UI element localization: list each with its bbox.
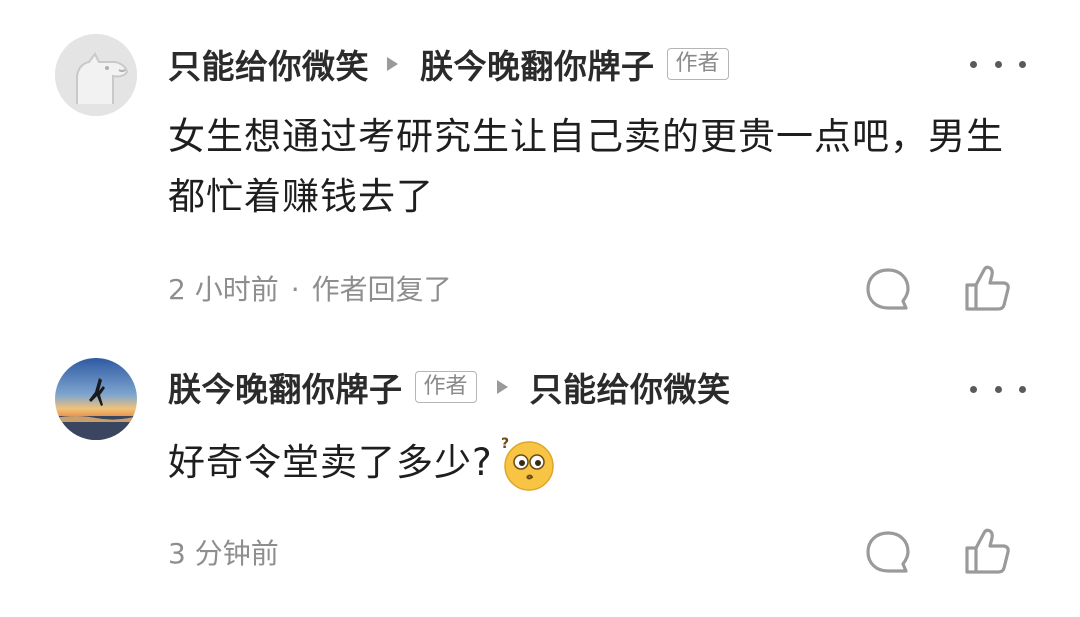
comment-item: 只能给你微笑 朕今晚翻你牌子 作者 女生想通过考研究生让自己卖的更贵一点吧，男生… [0, 0, 1080, 335]
comment-bubble-icon [866, 268, 910, 310]
thumbs-up-icon [965, 528, 1010, 574]
comment-bubble-icon [866, 531, 910, 573]
comment-time: 2 小时前 [168, 273, 279, 306]
avatar[interactable] [55, 358, 137, 440]
reply-to-name[interactable]: 朕今晚翻你牌子 [420, 40, 655, 88]
more-options-icon[interactable] [970, 54, 1026, 74]
reply-status[interactable]: 作者回复了 [312, 273, 452, 306]
reply-button[interactable] [863, 528, 913, 578]
thumbs-up-icon [965, 265, 1010, 311]
comment-text-row: 好奇令堂卖了多少? ? [168, 433, 1038, 493]
avatar[interactable] [55, 34, 137, 116]
author-name[interactable]: 只能给你微笑 [168, 40, 369, 88]
more-options-icon[interactable] [970, 379, 1026, 399]
comment-time: 3 分钟前 [168, 537, 279, 570]
author-badge: 作者 [666, 48, 729, 80]
author-name[interactable]: 朕今晚翻你牌子 [168, 363, 403, 411]
thinking-face-emoji-icon: ? [501, 436, 554, 491]
reply-arrow-icon [387, 57, 398, 71]
like-button[interactable] [962, 263, 1012, 313]
reply-button[interactable] [863, 265, 913, 315]
author-badge: 作者 [414, 371, 477, 403]
comment-item: 朕今晚翻你牌子 作者 只能给你微笑 好奇令堂卖了多少? ? 3 分钟前 [0, 335, 1080, 617]
like-button[interactable] [962, 526, 1012, 576]
comment-header: 只能给你微笑 朕今晚翻你牌子 作者 [168, 39, 739, 89]
comment-text: 女生想通过考研究生让自己卖的更贵一点吧，男生都忙着赚钱去了 [168, 115, 1004, 218]
svg-text:?: ? [501, 436, 510, 452]
reply-arrow-icon [496, 380, 508, 394]
comment-meta: 2 小时前 · 作者回复了 [168, 268, 452, 308]
comment-header: 朕今晚翻你牌子 作者 只能给你微笑 [168, 362, 731, 412]
dog-sketch-avatar-icon [55, 34, 137, 116]
sunset-beach-avatar-icon [55, 358, 137, 440]
comment-text: 好奇令堂卖了多少? [168, 441, 493, 484]
comment-meta: 3 分钟前 [168, 532, 279, 572]
meta-separator: · [290, 273, 300, 306]
reply-to-name[interactable]: 只能给你微笑 [530, 363, 731, 411]
